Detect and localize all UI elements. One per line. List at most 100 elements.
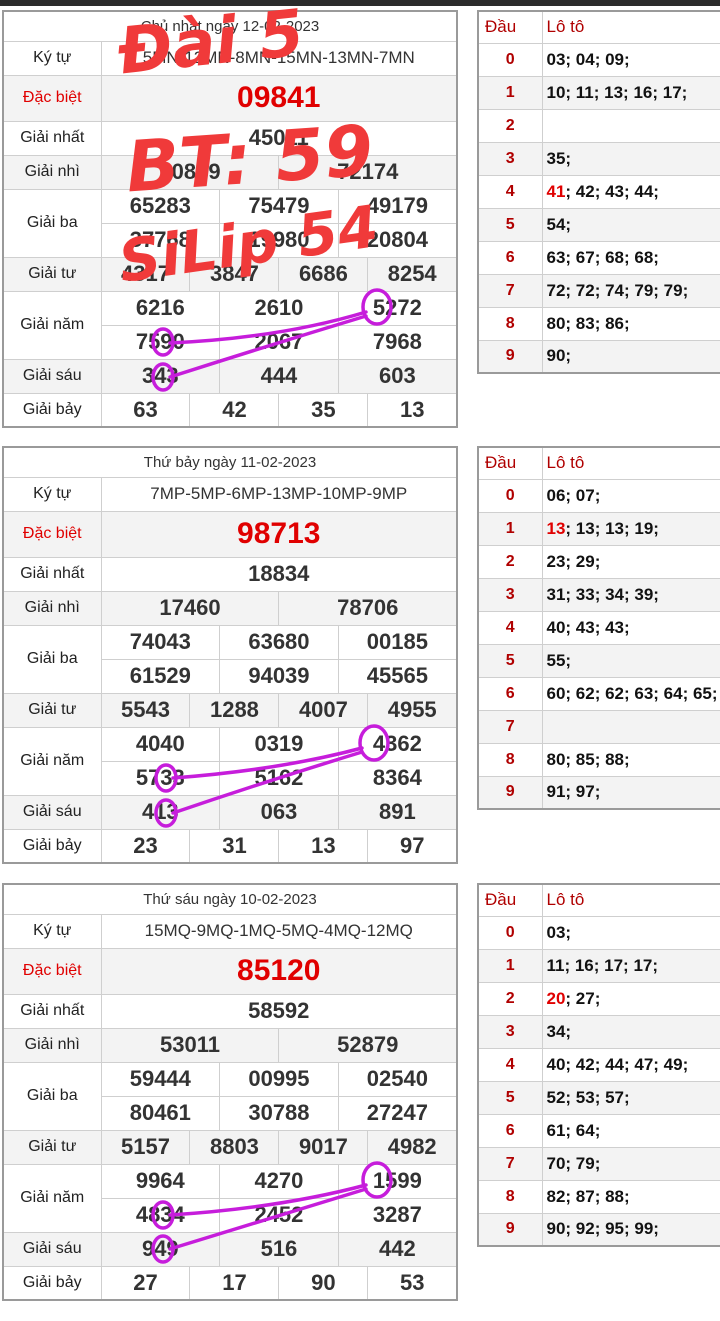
loto-head-digit: 8 <box>477 742 543 777</box>
status-bar <box>0 0 720 6</box>
label-giai-sau: Giải sáu <box>2 358 102 394</box>
label-giai-nhi: Giải nhì <box>2 590 102 626</box>
loto-head-digit: 6 <box>477 676 543 711</box>
label-giai-sau: Giải sáu <box>2 1231 102 1267</box>
first-prize: 18834 <box>100 556 458 592</box>
loto-head-digit: 4 <box>477 1047 543 1082</box>
loto-row: 06; 07; <box>541 478 720 513</box>
special-prize: 09841 <box>100 74 458 122</box>
sixth-prize: 343 <box>100 358 221 394</box>
third-prize: 61529 <box>100 658 221 694</box>
loto-head-digit: 0 <box>477 915 543 950</box>
fourth-prize: 4955 <box>367 692 458 728</box>
fourth-prize: 6686 <box>278 256 369 292</box>
second-prize: 52879 <box>278 1027 458 1063</box>
fourth-prize: 5157 <box>100 1129 191 1165</box>
loto-head-digit: 8 <box>477 306 543 341</box>
third-prize: 20804 <box>337 222 458 258</box>
loto-numbers: 34; <box>546 1021 572 1041</box>
fourth-prize: 9017 <box>278 1129 369 1165</box>
fifth-prize: 2610 <box>219 290 339 326</box>
special-prize: 85120 <box>100 947 458 995</box>
seventh-prize: 13 <box>367 392 458 428</box>
loto-numbers: 06; 07; <box>546 485 601 505</box>
label-giai-ba: Giải ba <box>2 624 102 694</box>
fourth-prize: 5543 <box>100 692 191 728</box>
fifth-prize: 4040 <box>100 726 221 762</box>
loto-row: 03; 04; 09; <box>541 42 720 77</box>
draw-date: Thứ sáu ngày 10-02-2023 <box>2 883 458 915</box>
fifth-prize: 0319 <box>219 726 339 762</box>
fourth-prize: 4317 <box>100 256 191 292</box>
label-giai-tu: Giải tư <box>2 692 102 728</box>
loto-numbers: 91; 97; <box>546 782 601 802</box>
loto-numbers: 63; 67; 68; 68; <box>546 247 659 267</box>
label-giai-nhat: Giải nhất <box>2 120 102 156</box>
sixth-prize: 442 <box>337 1231 458 1267</box>
loto-head-digit: 0 <box>477 42 543 77</box>
fourth-prize: 8254 <box>367 256 458 292</box>
loto-table: Đầu Lô tô 0 06; 07; 1 13; 13; 13; 19; 2 23; 29;… <box>477 446 720 810</box>
loto-header-loto: Lô tô <box>541 10 720 44</box>
loto-row: 31; 33; 34; 39; <box>541 577 720 612</box>
label-giai-nhat: Giải nhất <box>2 556 102 592</box>
draw-date: Thứ bảy ngày 11-02-2023 <box>2 446 458 478</box>
loto-row: 91; 97; <box>541 775 720 810</box>
loto-numbers: 03; <box>546 922 572 942</box>
fourth-prize: 8803 <box>189 1129 280 1165</box>
loto-head-digit: 6 <box>477 1113 543 1148</box>
loto-numbers: 03; 04; 09; <box>546 49 630 69</box>
second-prize: 17460 <box>100 590 280 626</box>
first-prize: 45011 <box>100 120 458 156</box>
loto-head-digit: 2 <box>477 108 543 143</box>
label-giai-nam: Giải năm <box>2 726 102 796</box>
third-prize: 80461 <box>100 1095 221 1131</box>
loto-head-digit: 7 <box>477 1146 543 1181</box>
label-ky-tu: Ký tự <box>2 913 102 949</box>
loto-row: 60; 62; 62; 63; 64; 65; <box>541 676 720 711</box>
loto-row: 90; <box>541 339 720 374</box>
loto-numbers: 90; <box>546 346 572 366</box>
loto-head-digit: 5 <box>477 207 543 242</box>
loto-head-digit: 3 <box>477 577 543 612</box>
sixth-prize: 413 <box>100 794 221 830</box>
fifth-prize: 4834 <box>100 1197 221 1233</box>
fourth-prize: 3847 <box>189 256 280 292</box>
loto-row: 90; 92; 95; 99; <box>541 1212 720 1247</box>
special-prize: 98713 <box>100 510 458 558</box>
fifth-prize: 4362 <box>337 726 458 762</box>
loto-numbers: 72; 72; 74; 79; 79; <box>546 280 689 300</box>
loto-head-digit: 1 <box>477 75 543 110</box>
third-prize: 37768 <box>100 222 221 258</box>
loto-row: 80; 85; 88; <box>541 742 720 777</box>
seventh-prize: 42 <box>189 392 280 428</box>
loto-head-digit: 5 <box>477 1080 543 1115</box>
third-prize: 19980 <box>219 222 339 258</box>
loto-row: 40; 43; 43; <box>541 610 720 645</box>
third-prize: 75479 <box>219 188 339 224</box>
loto-row: 70; 79; <box>541 1146 720 1181</box>
loto-head-digit: 0 <box>477 478 543 513</box>
loto-row: 20; 27; <box>541 981 720 1016</box>
loto-head-digit: 9 <box>477 339 543 374</box>
loto-numbers: 80; 83; 86; <box>546 313 630 333</box>
third-prize: 59444 <box>100 1061 221 1097</box>
results-table: Thứ sáu ngày 10-02-2023 Ký tự 15MQ-9MQ-1MQ… <box>2 883 458 1301</box>
fifth-prize: 2067 <box>219 324 339 360</box>
sixth-prize: 516 <box>219 1231 339 1267</box>
ky-tu-value: 7MP-5MP-6MP-13MP-10MP-9MP <box>100 476 458 512</box>
loto-row: 41; 42; 43; 44; <box>541 174 720 209</box>
loto-numbers: 70; 79; <box>546 1153 601 1173</box>
loto-head-digit: 6 <box>477 240 543 275</box>
draw-date: Chủ nhật ngày 12-02-2023 <box>2 10 458 42</box>
ky-tu-value: 5MN-12MN-8MN-15MN-13MN-7MN <box>100 40 458 76</box>
third-prize: 30788 <box>219 1095 339 1131</box>
label-giai-nhi: Giải nhì <box>2 154 102 190</box>
loto-row: 34; <box>541 1014 720 1049</box>
loto-special-number: 20 <box>546 988 566 1008</box>
fifth-prize: 6216 <box>100 290 221 326</box>
fifth-prize: 7968 <box>337 324 458 360</box>
loto-numbers: ; 13; 13; 19; <box>565 518 659 538</box>
loto-numbers: 11; 16; 17; 17; <box>546 955 659 975</box>
ky-tu-value: 15MQ-9MQ-1MQ-5MQ-4MQ-12MQ <box>100 913 458 949</box>
